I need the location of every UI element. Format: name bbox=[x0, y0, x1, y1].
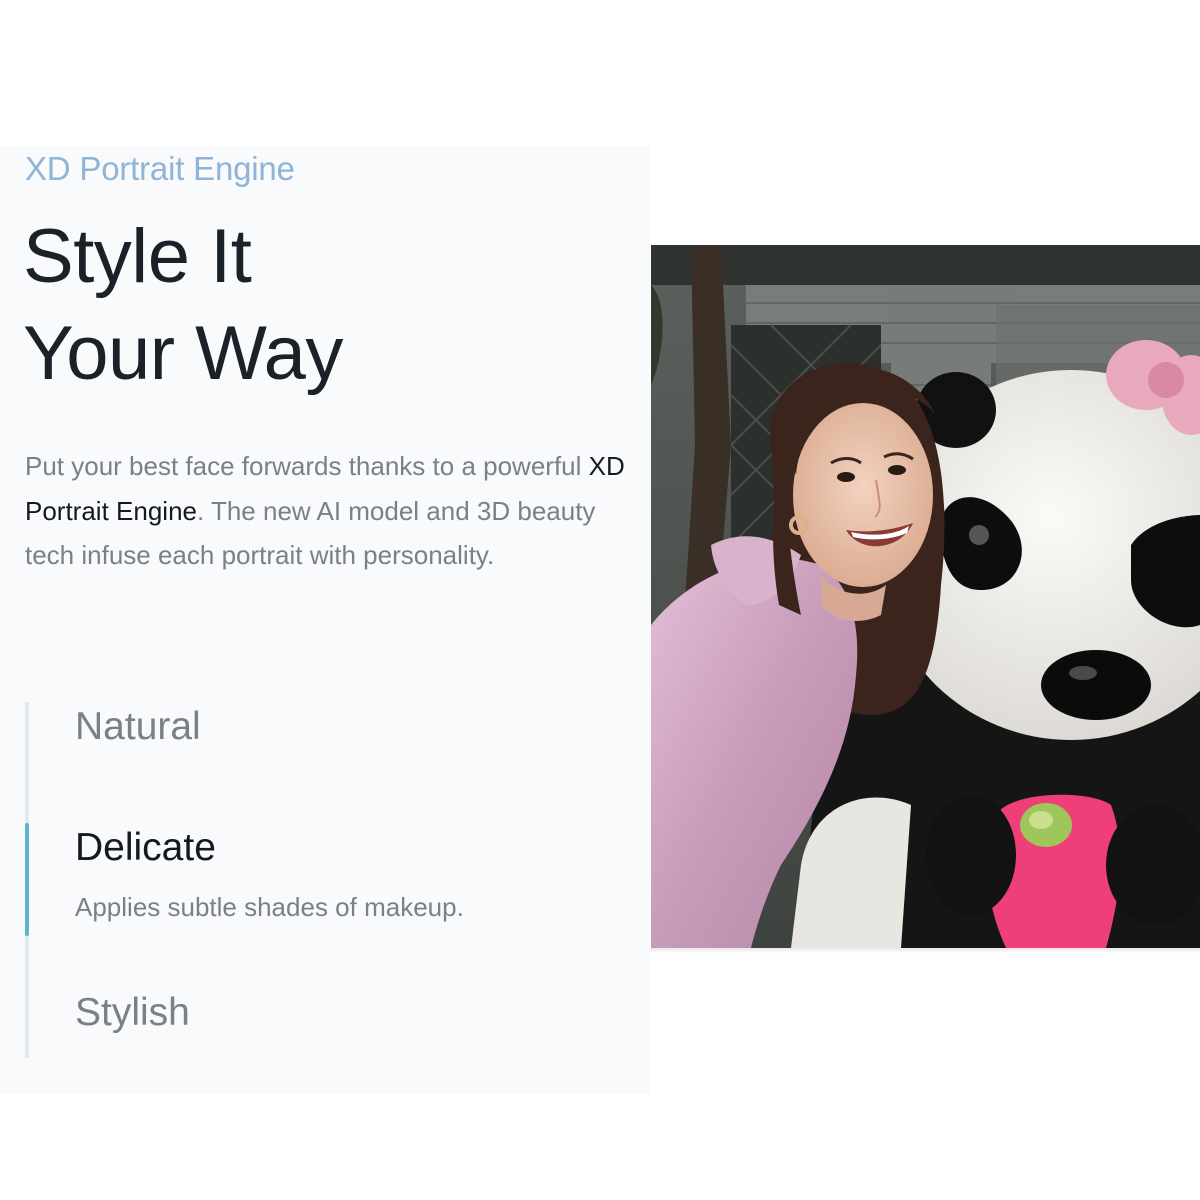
section-eyebrow: XD Portrait Engine bbox=[25, 150, 295, 187]
headline-line-1: Style It bbox=[23, 214, 252, 299]
section-description: Put your best face forwards thanks to a … bbox=[25, 444, 635, 578]
style-option-natural[interactable]: Natural bbox=[75, 705, 201, 749]
photo-shadow bbox=[651, 948, 1200, 953]
portrait-photo bbox=[651, 245, 1200, 948]
section-headline: Style It Your Way bbox=[23, 208, 343, 402]
headline-line-2: Your Way bbox=[23, 311, 343, 396]
style-option-delicate[interactable]: Delicate Applies subtle shades of makeup… bbox=[75, 826, 464, 923]
style-active-indicator bbox=[25, 823, 29, 936]
style-option-label: Delicate bbox=[75, 826, 216, 869]
page: XD Portrait Engine Style It Your Way Put… bbox=[0, 0, 1200, 1200]
style-selector: Natural Delicate Applies subtle shades o… bbox=[25, 702, 625, 1058]
style-option-description: Applies subtle shades of makeup. bbox=[75, 892, 464, 922]
style-option-stylish[interactable]: Stylish bbox=[75, 991, 190, 1035]
style-option-label: Natural bbox=[75, 705, 201, 748]
description-part-1: Put your best face forwards thanks to a … bbox=[25, 451, 589, 481]
style-option-label: Stylish bbox=[75, 991, 190, 1034]
